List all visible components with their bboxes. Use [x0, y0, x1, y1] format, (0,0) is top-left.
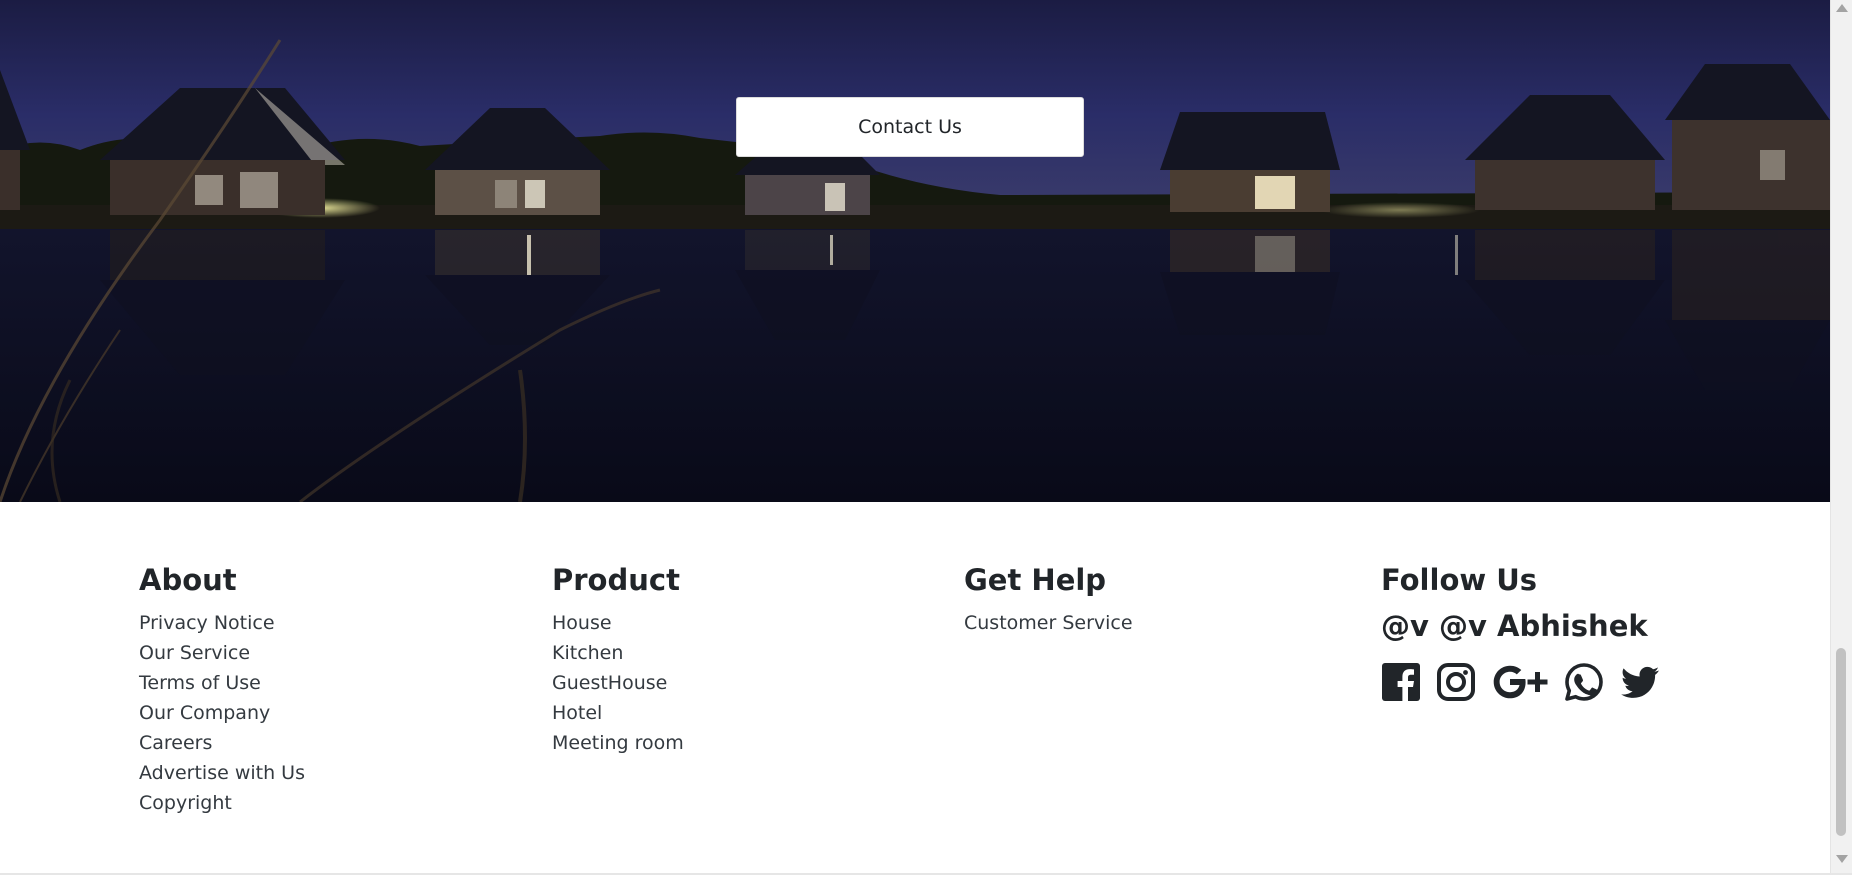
footer-link-kitchen[interactable]: Kitchen — [552, 638, 684, 668]
footer-link-privacy-notice[interactable]: Privacy Notice — [139, 608, 305, 638]
footer-heading-product: Product — [552, 563, 680, 597]
footer-column-get-help: Get Help Customer Service — [964, 562, 1133, 638]
footer-link-terms-of-use[interactable]: Terms of Use — [139, 668, 305, 698]
footer-link-house[interactable]: House — [552, 608, 684, 638]
hero-banner: Contact Us — [0, 0, 1830, 502]
social-icons-row — [1381, 662, 1661, 702]
facebook-icon[interactable] — [1381, 662, 1421, 702]
instagram-icon[interactable] — [1436, 662, 1476, 702]
twitter-icon[interactable] — [1619, 662, 1661, 702]
scroll-down-arrow-icon[interactable] — [1836, 855, 1848, 863]
contact-us-button[interactable]: Contact Us — [736, 97, 1084, 157]
lake-houses-night-photo — [0, 0, 1830, 502]
page: Contact Us About Privacy Notice Our Serv… — [0, 0, 1852, 875]
footer-link-careers[interactable]: Careers — [139, 728, 305, 758]
social-handle: @v @v Abhishek — [1381, 609, 1648, 643]
google-plus-icon[interactable] — [1491, 662, 1549, 702]
footer-heading-get-help: Get Help — [964, 563, 1107, 597]
footer-link-advertise[interactable]: Advertise with Us — [139, 758, 305, 788]
footer-links-get-help: Customer Service — [964, 608, 1133, 638]
scrollbar-thumb[interactable] — [1836, 648, 1846, 836]
vertical-scrollbar[interactable] — [1830, 0, 1852, 875]
footer-link-customer-service[interactable]: Customer Service — [964, 608, 1133, 638]
footer-link-meeting-room[interactable]: Meeting room — [552, 728, 684, 758]
footer-column-about: About Privacy Notice Our Service Terms o… — [139, 562, 305, 818]
footer-links-product: House Kitchen GuestHouse Hotel Meeting r… — [552, 608, 684, 758]
footer-heading-about: About — [139, 563, 237, 597]
footer: About Privacy Notice Our Service Terms o… — [0, 502, 1830, 875]
whatsapp-icon[interactable] — [1564, 662, 1604, 702]
footer-heading-follow-us: Follow Us — [1381, 563, 1538, 597]
footer-link-our-service[interactable]: Our Service — [139, 638, 305, 668]
footer-link-copyright[interactable]: Copyright — [139, 788, 305, 818]
footer-column-product: Product House Kitchen GuestHouse Hotel M… — [552, 562, 684, 758]
footer-link-our-company[interactable]: Our Company — [139, 698, 305, 728]
footer-link-guesthouse[interactable]: GuestHouse — [552, 668, 684, 698]
scroll-up-arrow-icon[interactable] — [1836, 4, 1848, 12]
footer-link-hotel[interactable]: Hotel — [552, 698, 684, 728]
footer-column-follow-us: Follow Us @v @v Abhishek — [1381, 562, 1661, 702]
footer-links-about: Privacy Notice Our Service Terms of Use … — [139, 608, 305, 818]
